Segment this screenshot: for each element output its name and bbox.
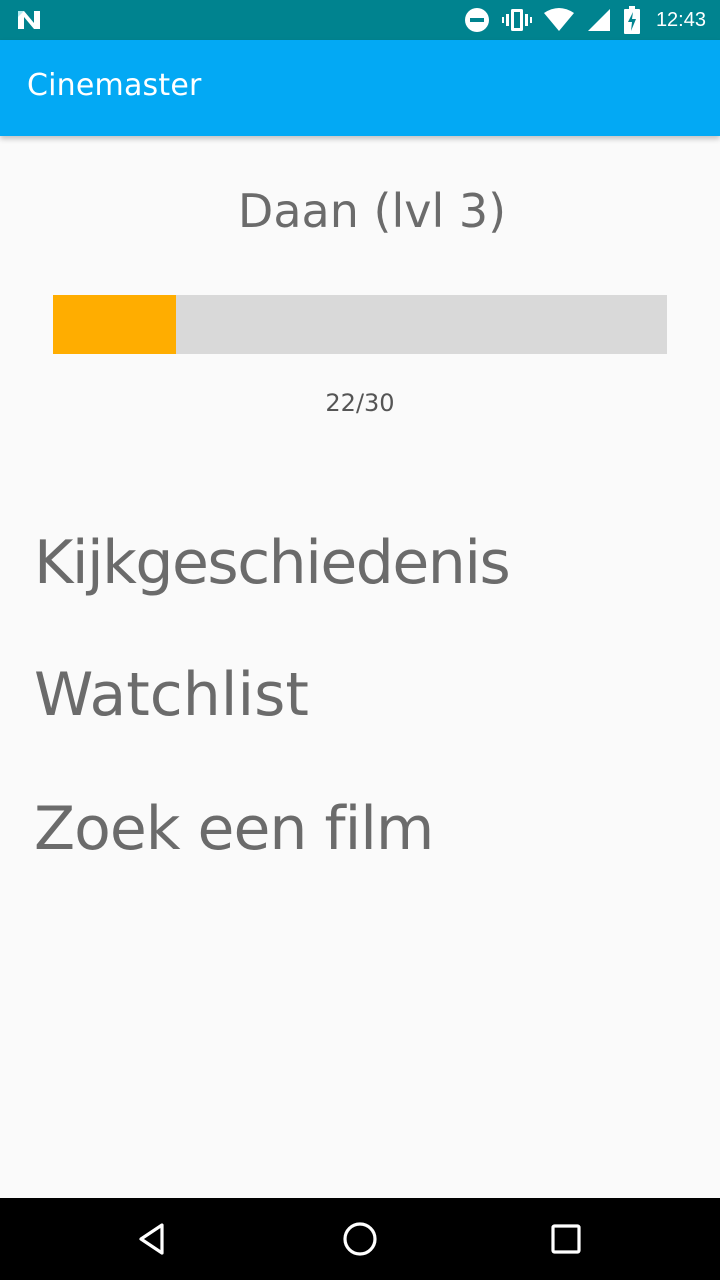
menu-item-zoek-een-film[interactable]: Zoek een film <box>34 794 434 864</box>
recents-icon[interactable] <box>546 1219 586 1259</box>
level-progress-fill <box>53 295 176 354</box>
status-time: 12:43 <box>655 8 706 31</box>
battery-charging-icon <box>623 6 640 34</box>
wifi-icon <box>543 8 574 31</box>
main-content: Daan (lvl 3) 22/30 Kijkgeschiedenis Watc… <box>0 136 720 1198</box>
level-progress-label: 22/30 <box>325 389 395 417</box>
n-logo-icon <box>18 11 40 29</box>
back-icon[interactable] <box>134 1219 174 1259</box>
home-icon[interactable] <box>340 1219 380 1259</box>
menu-item-watchlist[interactable]: Watchlist <box>34 660 309 730</box>
menu-item-kijkgeschiedenis[interactable]: Kijkgeschiedenis <box>34 528 511 598</box>
app-title: Cinemaster <box>27 68 202 103</box>
status-bar: 12:43 <box>0 0 720 40</box>
status-icons: 12:43 <box>464 0 706 40</box>
profile-name-level: Daan (lvl 3) <box>237 184 507 238</box>
app-bar: Cinemaster <box>0 40 720 136</box>
vibrate-icon <box>501 9 532 31</box>
level-progress-bar <box>53 295 667 354</box>
do-not-disturb-icon <box>464 8 489 32</box>
navigation-bar <box>0 1198 720 1280</box>
signal-icon <box>587 9 610 31</box>
